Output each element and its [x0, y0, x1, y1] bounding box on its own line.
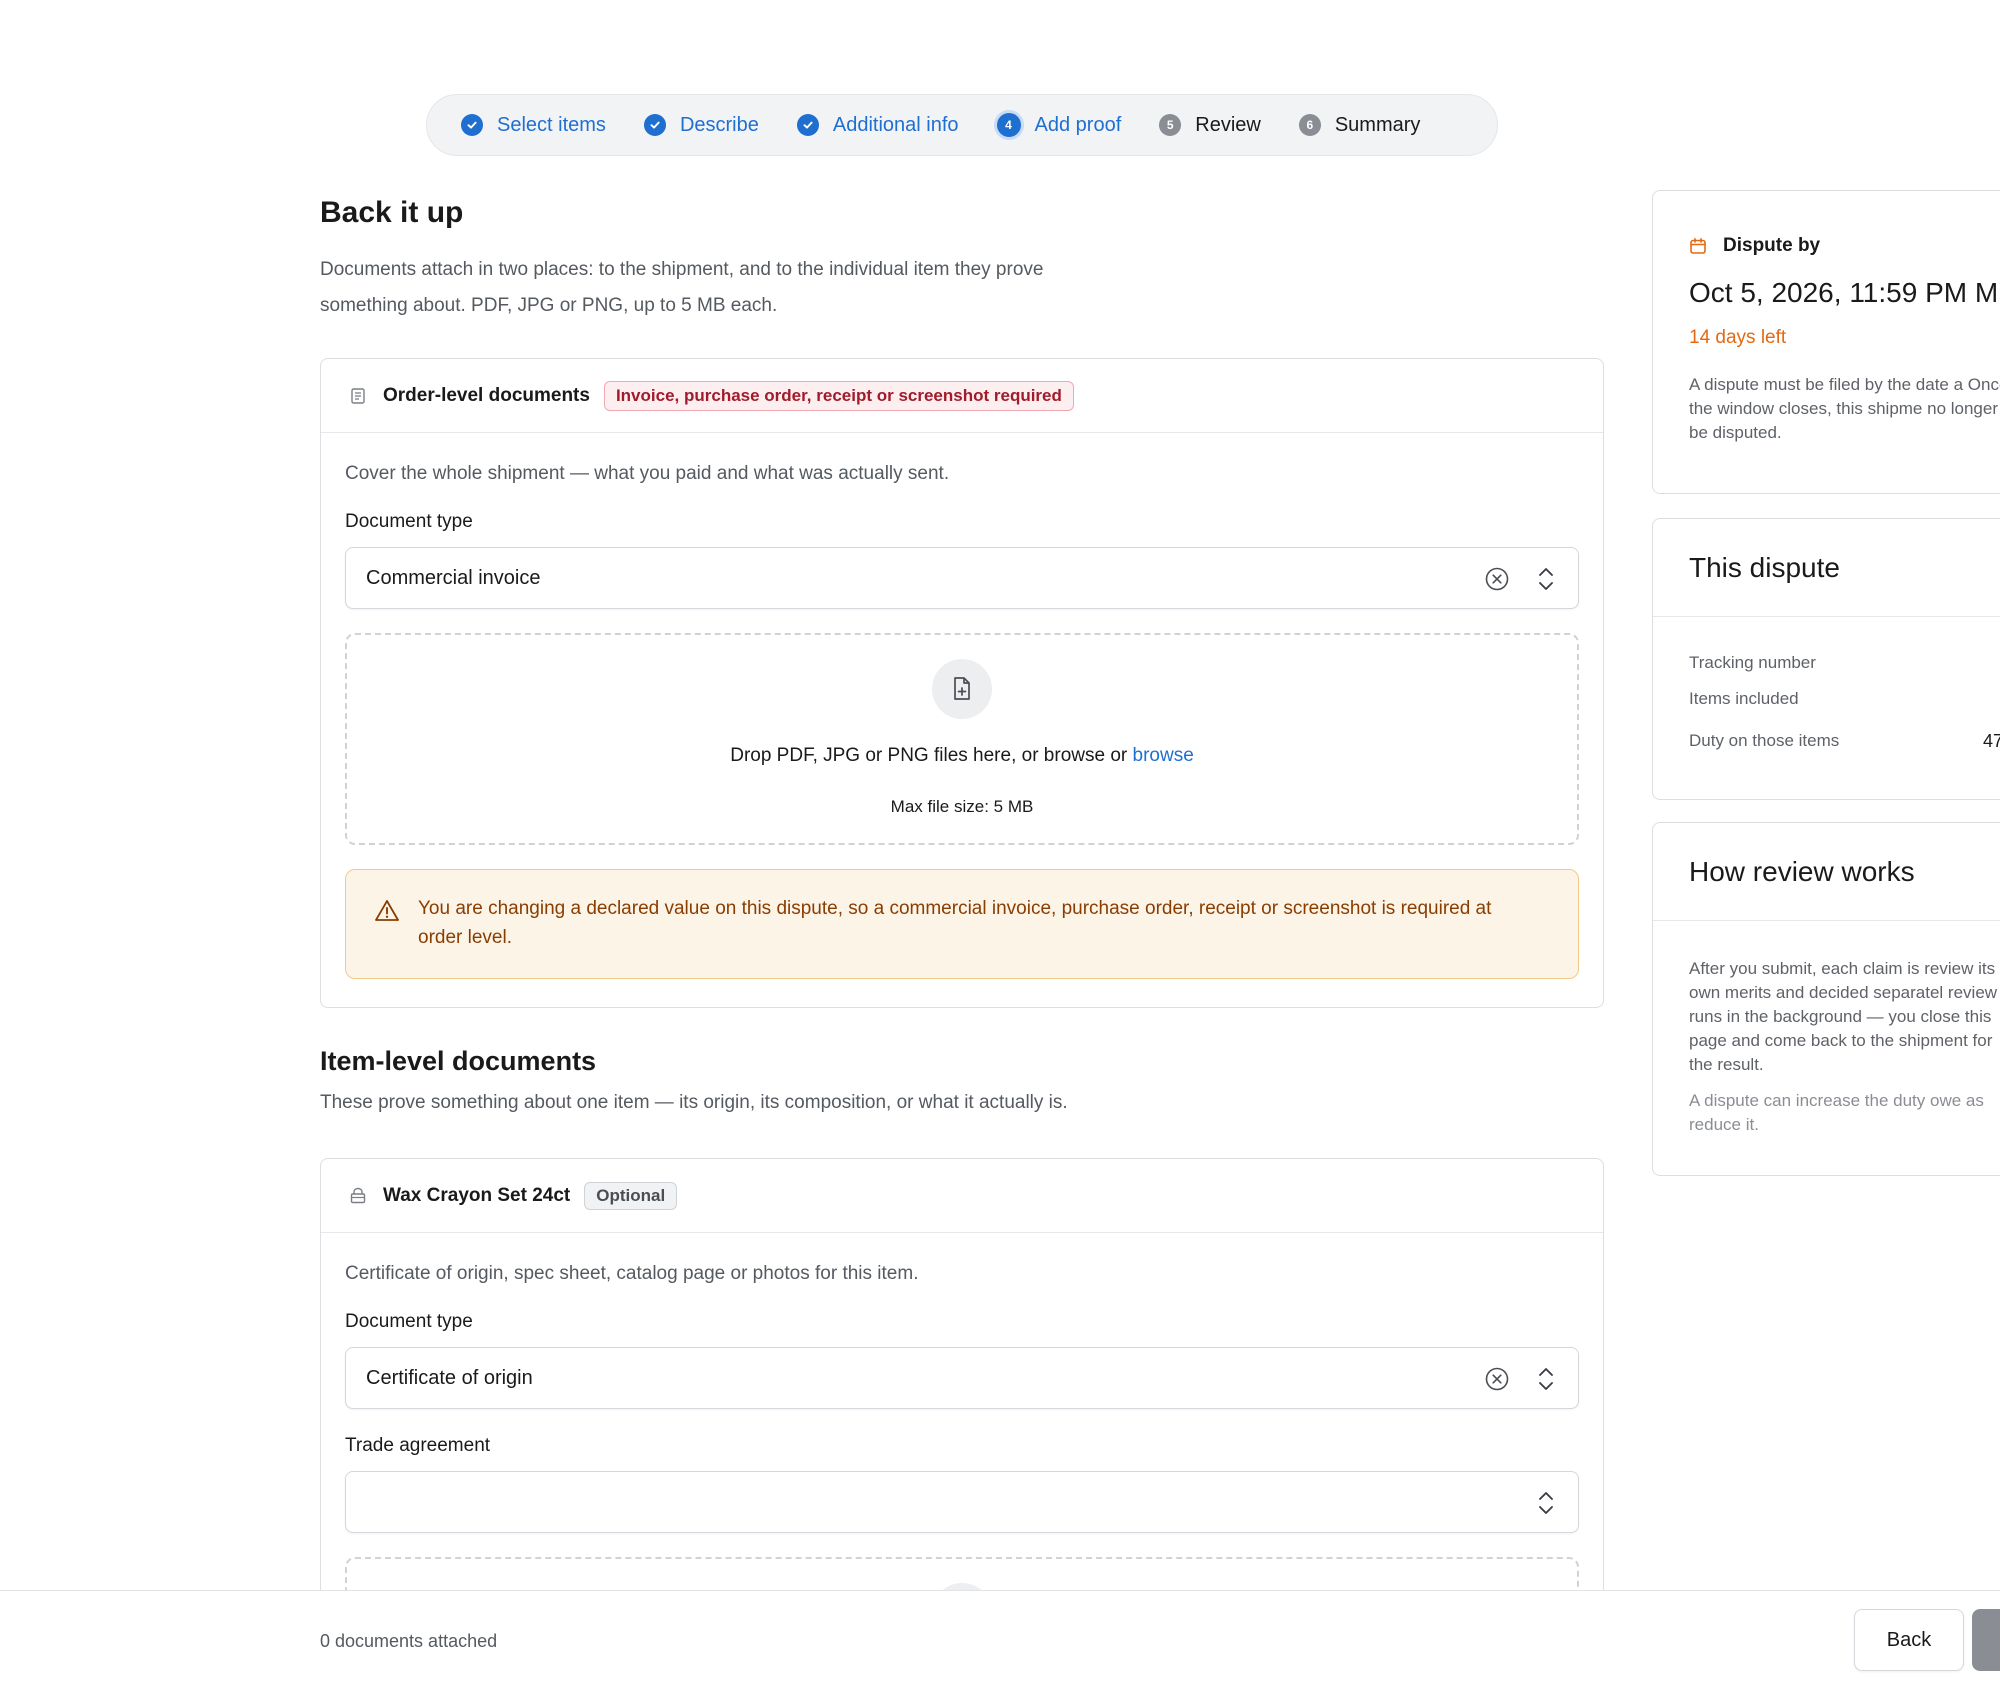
- step-summary[interactable]: 6 Summary: [1298, 113, 1421, 137]
- how-review-text: After you submit, each claim is review i…: [1689, 959, 1998, 1074]
- chevron-up-down-icon[interactable]: [1536, 564, 1556, 594]
- items-included-row: Items included: [1689, 689, 1799, 708]
- how-review-note: A dispute can increase the duty owe as r…: [1689, 1091, 1984, 1134]
- trade-agreement-select[interactable]: [345, 1471, 1579, 1533]
- check-icon: [796, 114, 819, 136]
- step-number: 6: [1298, 114, 1321, 136]
- check-icon: [461, 114, 483, 136]
- optional-badge: Optional: [584, 1181, 678, 1210]
- document-type-select[interactable]: Commercial invoice: [345, 547, 1579, 609]
- trade-agreement-label: Trade agreement: [345, 1435, 491, 1456]
- step-number: 5: [1159, 114, 1182, 136]
- file-add-icon: [932, 659, 992, 719]
- next-button[interactable]: [1972, 1609, 2000, 1671]
- chevron-up-down-icon[interactable]: [1536, 1488, 1556, 1518]
- calendar-icon: [1689, 237, 1707, 255]
- dispute-note: A dispute must be filed by the date a On…: [1689, 375, 2000, 442]
- item-card: Wax Crayon Set 24ct Optional Certificate…: [320, 1158, 1604, 1677]
- dispute-by-label: Dispute by: [1723, 235, 1821, 256]
- step-add-proof[interactable]: 4 Add proof: [996, 113, 1122, 137]
- card-header: How review works: [1653, 823, 2000, 921]
- warning-banner: You are changing a declared value on thi…: [345, 869, 1579, 979]
- step-select-items[interactable]: Select items: [461, 114, 606, 137]
- step-additional-info[interactable]: Additional info: [796, 113, 959, 137]
- warning-text: You are changing a declared value on thi…: [418, 898, 1492, 948]
- card-description: Certificate of origin, spec sheet, catal…: [345, 1263, 919, 1284]
- document-type-label: Document type: [345, 1311, 473, 1332]
- dispute-by-card: Dispute by Oct 5, 2026, 11:59 PM M 14 da…: [1652, 190, 2000, 494]
- item-title: Wax Crayon Set 24ct: [383, 1184, 571, 1206]
- package-icon: [349, 1187, 367, 1205]
- step-label: Select items: [497, 113, 606, 136]
- step-label: Describe: [679, 113, 759, 136]
- card-header: Wax Crayon Set 24ct Optional: [321, 1159, 1603, 1233]
- card-description: Cover the whole shipment — what you paid…: [345, 463, 950, 484]
- browse-link[interactable]: browse: [1133, 745, 1194, 766]
- footer-bar: 0 documents attached Back: [0, 1590, 2000, 1686]
- step-label: Review: [1195, 113, 1261, 136]
- item-level-subtitle: These prove something about one item — i…: [320, 1092, 1068, 1113]
- select-value: Commercial invoice: [366, 566, 541, 589]
- dispute-deadline: Oct 5, 2026, 11:59 PM M: [1689, 277, 1999, 308]
- step-label: Add proof: [1034, 113, 1122, 136]
- order-level-card: Order-level documents Invoice, purchase …: [320, 358, 1604, 1008]
- step-describe[interactable]: Describe: [643, 113, 759, 137]
- card-header: Order-level documents Invoice, purchase …: [321, 359, 1603, 433]
- file-dropzone[interactable]: Drop PDF, JPG or PNG files here, or brow…: [345, 633, 1579, 845]
- this-dispute-card: This dispute Tracking number Items inclu…: [1652, 518, 2000, 800]
- how-review-works-card: How review works After you submit, each …: [1652, 822, 2000, 1176]
- days-left: 14 days left: [1689, 327, 1787, 348]
- dropzone-text: Drop PDF, JPG or PNG files here, or brow…: [730, 745, 1194, 766]
- page-title: Back it up: [320, 196, 464, 229]
- step-label: Summary: [1334, 113, 1421, 136]
- tracking-number-row: Tracking number: [1689, 653, 1816, 672]
- documents-attached-count: 0 documents attached: [320, 1631, 498, 1651]
- page-intro: Documents attach in two places: to the s…: [320, 259, 1044, 316]
- required-badge: Invoice, purchase order, receipt or scre…: [603, 380, 1074, 411]
- document-type-label: Document type: [345, 511, 473, 532]
- clear-icon[interactable]: [1484, 1366, 1510, 1392]
- progress-stepper: Select items Describe Additional info 4 …: [426, 94, 1498, 156]
- step-review[interactable]: 5 Review: [1159, 114, 1261, 137]
- back-button[interactable]: Back: [1854, 1609, 1964, 1671]
- dispute-by-header: Dispute by: [1689, 235, 2000, 257]
- item-document-type-select[interactable]: Certificate of origin: [345, 1347, 1579, 1409]
- check-icon: [643, 114, 666, 136]
- step-number: 4: [996, 113, 1021, 137]
- step-label: Additional info: [832, 113, 959, 136]
- duty-row: Duty on those items 47: [1689, 731, 2000, 767]
- this-dispute-title: This dispute: [1689, 551, 1840, 583]
- select-value: Certificate of origin: [366, 1366, 533, 1389]
- card-title: Order-level documents: [383, 384, 590, 406]
- how-review-title: How review works: [1689, 855, 1915, 887]
- clear-icon[interactable]: [1484, 566, 1510, 592]
- document-list-icon: [349, 387, 367, 405]
- chevron-up-down-icon[interactable]: [1536, 1364, 1556, 1394]
- max-file-size: Max file size: 5 MB: [890, 797, 1034, 816]
- duty-value: 47: [1983, 731, 2000, 751]
- card-header: This dispute: [1653, 519, 2000, 617]
- warning-triangle-icon: [374, 898, 400, 924]
- item-level-title: Item-level documents: [320, 1046, 597, 1076]
